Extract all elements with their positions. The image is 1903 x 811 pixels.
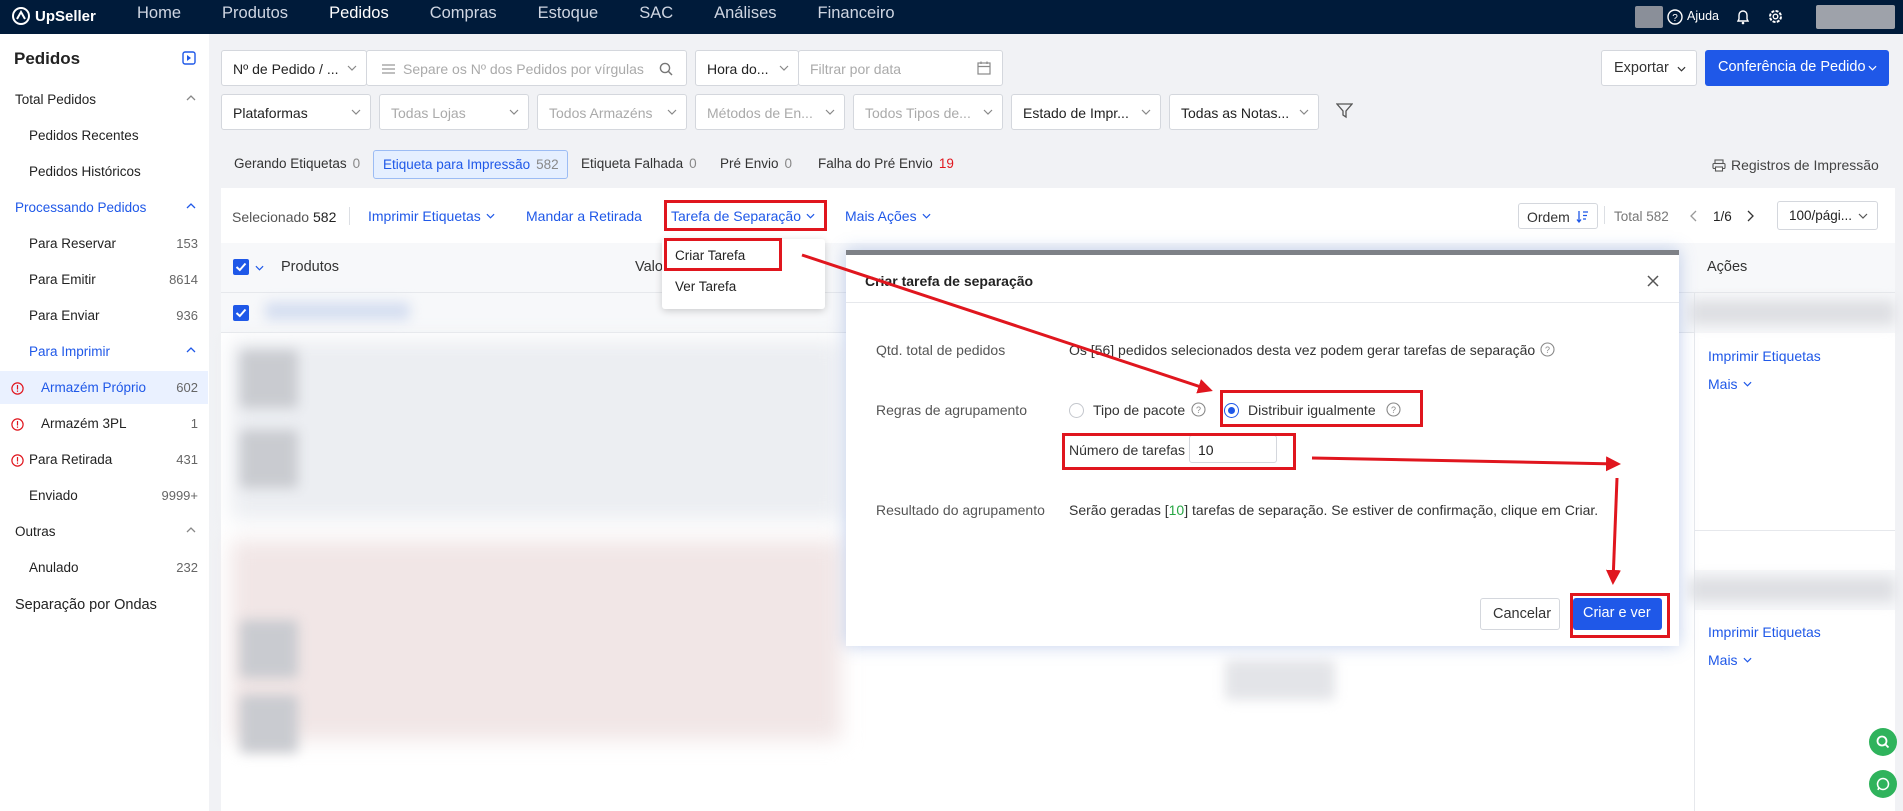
floating-whatsapp-button[interactable] bbox=[1869, 770, 1897, 798]
annotation-arrows bbox=[801, 253, 1621, 585]
annotation-arrow bbox=[801, 253, 1213, 394]
annotation-arrow bbox=[1605, 477, 1621, 585]
whatsapp-icon bbox=[1876, 777, 1890, 791]
search-icon bbox=[1876, 735, 1890, 749]
annotation-arrow bbox=[1311, 456, 1621, 472]
floating-search-button[interactable] bbox=[1869, 728, 1897, 756]
